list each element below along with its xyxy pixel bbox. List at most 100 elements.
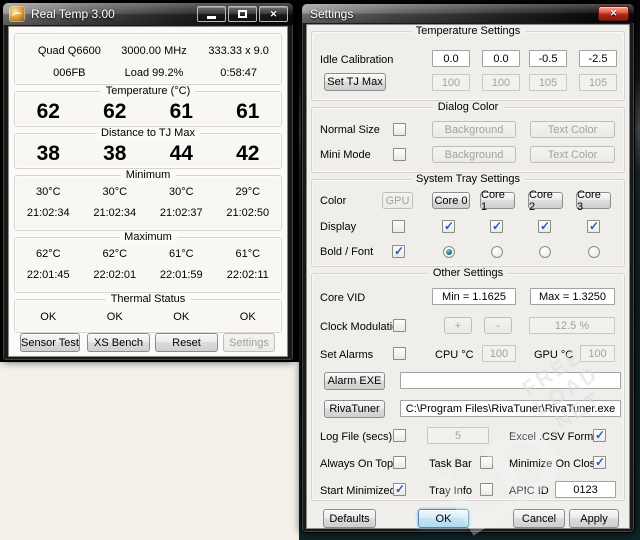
- ok-button[interactable]: OK: [418, 509, 469, 528]
- mini-text-color-button: Text Color: [530, 146, 615, 163]
- excel-csv-checkbox[interactable]: [593, 429, 606, 442]
- reset-button[interactable]: Reset: [155, 333, 218, 352]
- normal-size-checkbox[interactable]: [393, 123, 406, 136]
- minimize-on-close-checkbox[interactable]: [593, 456, 606, 469]
- log-file-checkbox[interactable]: [393, 429, 406, 442]
- apic-id-field[interactable]: [555, 481, 616, 498]
- normal-size-label: Normal Size: [320, 124, 380, 136]
- alarm-exe-path-field[interactable]: [400, 372, 621, 389]
- settings-titlebar[interactable]: Settings ✕: [302, 4, 634, 23]
- core0-color-button[interactable]: Core 0: [432, 192, 470, 209]
- xs-bench-button[interactable]: XS Bench: [87, 333, 150, 352]
- cpuid: 006FB: [27, 67, 112, 79]
- display-core0-checkbox[interactable]: [442, 220, 455, 233]
- minimize-on-close-label: Minimize On Close: [509, 458, 601, 470]
- bold-font-checkbox[interactable]: [392, 245, 405, 258]
- mini-mode-checkbox[interactable]: [393, 148, 406, 161]
- vid-min-field[interactable]: [432, 288, 516, 305]
- defaults-button[interactable]: Defaults: [323, 509, 376, 528]
- max-temp: 62°C: [15, 248, 82, 260]
- gpu-alarm-field: [580, 345, 615, 362]
- thermal-status-value: OK: [215, 311, 282, 323]
- font-core1-radio[interactable]: [491, 246, 503, 258]
- start-minimized-checkbox[interactable]: [393, 483, 406, 496]
- clock-modulation-checkbox[interactable]: [393, 319, 406, 332]
- core1-color-button[interactable]: Core 1: [480, 192, 515, 209]
- display-core2-checkbox[interactable]: [538, 220, 551, 233]
- temperature-panel-title: Temperature (°C): [101, 85, 195, 97]
- max-time: 22:02:01: [82, 269, 149, 281]
- core2-color-button[interactable]: Core 2: [528, 192, 563, 209]
- thermal-status-title: Thermal Status: [106, 293, 191, 305]
- mini-mode-label: Mini Mode: [320, 149, 371, 161]
- always-on-top-checkbox[interactable]: [393, 456, 406, 469]
- settings-window-title: Settings: [310, 7, 353, 21]
- realtemp-client-area: Quad Q6600 3000.00 MHz 333.33 x 9.0 006F…: [8, 26, 288, 357]
- min-temp: 29°C: [215, 186, 282, 198]
- settings-close-button[interactable]: ✕: [598, 6, 629, 21]
- font-core0-radio[interactable]: [443, 246, 455, 258]
- sensor-test-button[interactable]: Sensor Test: [20, 333, 80, 352]
- idle-calibration-input[interactable]: [432, 50, 470, 67]
- normal-background-button: Background: [432, 121, 516, 138]
- font-core3-radio[interactable]: [588, 246, 600, 258]
- min-time: 21:02:50: [215, 207, 282, 219]
- idle-calibration-input[interactable]: [482, 50, 520, 67]
- cpu-alarm-field: [482, 345, 516, 362]
- core3-color-button[interactable]: Core 3: [576, 192, 611, 209]
- tray-info-checkbox[interactable]: [480, 483, 493, 496]
- max-temp: 62°C: [82, 248, 149, 260]
- mini-background-button: Background: [432, 146, 516, 163]
- close-button[interactable]: ✕: [259, 6, 288, 22]
- realtemp-titlebar[interactable]: Real Temp 3.00 ✕: [3, 3, 293, 25]
- tray-display-label: Display: [320, 221, 356, 233]
- maximize-button[interactable]: [228, 6, 257, 22]
- vid-max-field[interactable]: [530, 288, 615, 305]
- thermal-status-value: OK: [15, 311, 82, 323]
- tjmax-input: [432, 74, 470, 91]
- core-temp-value: 62: [82, 100, 149, 124]
- alarm-exe-button[interactable]: Alarm EXE: [324, 372, 385, 390]
- tray-info-label: Tray Info: [429, 485, 472, 497]
- maximum-title: Maximum: [119, 231, 177, 243]
- minimum-title: Minimum: [121, 169, 176, 181]
- idle-calibration-input[interactable]: [579, 50, 617, 67]
- set-alarms-checkbox[interactable]: [393, 347, 406, 360]
- close-icon: ✕: [270, 9, 278, 20]
- distance-tjmax-title: Distance to TJ Max: [96, 127, 200, 139]
- log-file-label: Log File (secs): [320, 431, 392, 443]
- min-time: 21:02:34: [15, 207, 82, 219]
- display-gpu-checkbox[interactable]: [392, 220, 405, 233]
- distance-tjmax-panel: Distance to TJ Max 38 38 44 42: [14, 133, 282, 169]
- other-settings-title: Other Settings: [428, 267, 508, 279]
- core-temp-value: 62: [15, 100, 82, 124]
- display-core3-checkbox[interactable]: [587, 220, 600, 233]
- set-tjmax-button[interactable]: Set TJ Max: [324, 73, 386, 91]
- font-core2-radio[interactable]: [539, 246, 551, 258]
- min-temp: 30°C: [148, 186, 215, 198]
- rivatuner-path-field[interactable]: [400, 400, 621, 417]
- clock-percent-field: [529, 317, 615, 334]
- minimum-panel: Minimum 30°C 30°C 30°C 29°C 21:02:34 21:…: [14, 175, 282, 231]
- set-alarms-label: Set Alarms: [320, 349, 373, 361]
- excel-csv-label: Excel .CSV Format: [509, 431, 603, 443]
- cancel-button[interactable]: Cancel: [513, 509, 565, 528]
- display-core1-checkbox[interactable]: [490, 220, 503, 233]
- uptime: 0:58:47: [196, 67, 281, 79]
- maximize-icon: [238, 10, 247, 18]
- start-minimized-label: Start Minimized: [320, 485, 396, 497]
- realtemp-window-title: Real Temp 3.00: [31, 7, 115, 21]
- minimize-icon: [207, 16, 216, 19]
- thermal-status-panel: Thermal Status OK OK OK OK: [14, 299, 282, 333]
- clock-modulation-label: Clock Modulation: [320, 321, 404, 333]
- cpu-alarm-label: CPU °C: [435, 349, 474, 361]
- task-bar-checkbox[interactable]: [480, 456, 493, 469]
- max-temp: 61°C: [215, 248, 282, 260]
- idle-calibration-input[interactable]: [529, 50, 567, 67]
- distance-value: 44: [148, 142, 215, 166]
- distance-value: 38: [82, 142, 149, 166]
- max-time: 22:02:11: [215, 269, 282, 281]
- minimize-button[interactable]: [197, 6, 226, 22]
- rivatuner-button[interactable]: RivaTuner: [324, 400, 385, 418]
- apply-button[interactable]: Apply: [569, 509, 619, 528]
